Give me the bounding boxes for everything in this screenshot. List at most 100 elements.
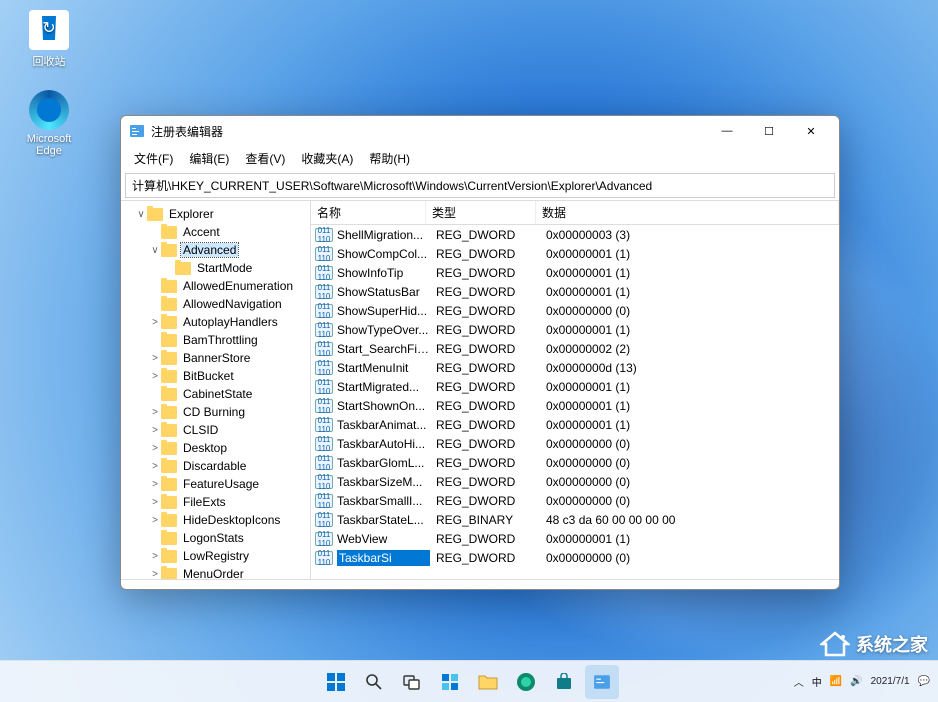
explorer-icon[interactable] (471, 665, 505, 699)
value-row[interactable]: 011110TaskbarSizeM...REG_DWORD0x00000000… (311, 472, 839, 491)
value-row[interactable]: 011110StartMigrated...REG_DWORD0x0000000… (311, 377, 839, 396)
value-type: REG_DWORD (430, 323, 540, 337)
value-name: TaskbarAnimat... (337, 418, 430, 432)
tree-item[interactable]: >AutoplayHandlers (121, 313, 310, 331)
expander-icon[interactable]: > (149, 425, 161, 436)
folder-icon (161, 298, 177, 311)
tree-item[interactable]: >BannerStore (121, 349, 310, 367)
col-data[interactable]: 数据 (536, 201, 839, 224)
menu-item[interactable]: 查看(V) (238, 148, 292, 169)
close-button[interactable]: ✕ (791, 117, 831, 145)
taskbar-date: 2021/7/1 (871, 676, 910, 688)
tree-item[interactable]: >LowRegistry (121, 547, 310, 565)
tree-item[interactable]: >MenuOrder (121, 565, 310, 579)
tray-ime-icon[interactable]: ㆗ (812, 674, 822, 689)
tree-item[interactable]: ∨Explorer (121, 205, 310, 223)
menu-item[interactable]: 帮助(H) (362, 148, 417, 169)
folder-icon (161, 370, 177, 383)
expander-icon[interactable]: > (149, 515, 161, 526)
store-icon[interactable] (547, 665, 581, 699)
value-data: 0x00000001 (1) (540, 418, 839, 432)
expander-icon[interactable]: ∨ (149, 245, 161, 256)
tree-item[interactable]: >BitBucket (121, 367, 310, 385)
expander-icon[interactable]: ∨ (135, 209, 147, 220)
start-button[interactable] (319, 665, 353, 699)
dword-icon: 011110 (315, 551, 333, 565)
system-tray[interactable]: ︿ ㆗ 📶 🔊 2021/7/1 💬 (794, 674, 930, 689)
value-row[interactable]: 011110TaskbarAutoHi...REG_DWORD0x0000000… (311, 434, 839, 453)
widgets-icon[interactable] (433, 665, 467, 699)
expander-icon[interactable]: > (149, 479, 161, 490)
tree-item[interactable]: AllowedEnumeration (121, 277, 310, 295)
taskview-icon[interactable] (395, 665, 429, 699)
search-icon[interactable] (357, 665, 391, 699)
value-row[interactable]: 011110TaskbarGlomL...REG_DWORD0x00000000… (311, 453, 839, 472)
value-row[interactable]: 011110WebViewREG_DWORD0x00000001 (1) (311, 529, 839, 548)
tree-item[interactable]: > CD Burning (121, 403, 310, 421)
value-row[interactable]: 011110Start_SearchFilesREG_DWORD0x000000… (311, 339, 839, 358)
tray-volume-icon[interactable]: 🔊 (850, 676, 862, 687)
address-bar[interactable]: 计算机\HKEY_CURRENT_USER\Software\Microsoft… (125, 173, 835, 198)
regedit-taskbar-icon[interactable] (585, 665, 619, 699)
desktop-icon-label: 回收站 (14, 53, 84, 69)
tray-chevron-icon[interactable]: ︿ (794, 674, 804, 689)
taskbar-clock[interactable]: 2021/7/1 (871, 676, 910, 688)
value-name[interactable]: TaskbarSi (337, 550, 430, 566)
expander-icon[interactable]: > (149, 371, 161, 382)
tree-item[interactable]: >FileExts (121, 493, 310, 511)
desktop-icon-edge[interactable]: MicrosoftEdge (14, 90, 84, 157)
titlebar[interactable]: 注册表编辑器 — ☐ ✕ (121, 116, 839, 146)
value-row[interactable]: 011110ShowCompCol...REG_DWORD0x00000001 … (311, 244, 839, 263)
value-row[interactable]: 011110StartShownOn...REG_DWORD0x00000001… (311, 396, 839, 415)
expander-icon[interactable]: > (149, 497, 161, 508)
expander-icon[interactable]: > (149, 443, 161, 454)
dword-icon: 011110 (315, 475, 333, 489)
tray-notification-icon[interactable]: 💬 (918, 676, 930, 687)
tree-item[interactable]: ∨Advanced (121, 241, 310, 259)
col-type[interactable]: 类型 (426, 201, 536, 224)
value-row[interactable]: 011110ShowInfoTipREG_DWORD0x00000001 (1) (311, 263, 839, 282)
tree-item[interactable]: AllowedNavigation (121, 295, 310, 313)
menu-item[interactable]: 收藏夹(A) (294, 148, 360, 169)
edge-icon (29, 90, 69, 130)
tree-item[interactable]: >HideDesktopIcons (121, 511, 310, 529)
value-row[interactable]: 011110TaskbarSmallI...REG_DWORD0x0000000… (311, 491, 839, 510)
value-row[interactable]: 011110ShowSuperHid...REG_DWORD0x00000000… (311, 301, 839, 320)
value-row[interactable]: 011110ShowTypeOver...REG_DWORD0x00000001… (311, 320, 839, 339)
tree-item[interactable]: CabinetState (121, 385, 310, 403)
expander-icon[interactable]: > (149, 407, 161, 418)
tree-item[interactable]: >CLSID (121, 421, 310, 439)
value-row[interactable]: 011110TaskbarStateL...REG_BINARY48 c3 da… (311, 510, 839, 529)
tray-network-icon[interactable]: 📶 (830, 676, 842, 687)
tree-view[interactable]: ∨ExplorerAccent∨AdvancedStartModeAllowed… (121, 201, 311, 579)
expander-icon[interactable]: > (149, 569, 161, 580)
value-row[interactable]: 011110StartMenuInitREG_DWORD0x0000000d (… (311, 358, 839, 377)
tree-item[interactable]: StartMode (121, 259, 310, 277)
values-header: 名称 类型 数据 (311, 201, 839, 225)
folder-icon (161, 514, 177, 527)
menu-item[interactable]: 文件(F) (127, 148, 180, 169)
expander-icon[interactable]: > (149, 461, 161, 472)
desktop-icon-recycle-bin[interactable]: 回收站 (14, 10, 84, 69)
minimize-button[interactable]: — (707, 117, 747, 145)
tree-item[interactable]: >Desktop (121, 439, 310, 457)
value-row[interactable]: 011110ShowStatusBarREG_DWORD0x00000001 (… (311, 282, 839, 301)
col-name[interactable]: 名称 (311, 201, 426, 224)
expander-icon[interactable]: > (149, 317, 161, 328)
tree-item[interactable]: Accent (121, 223, 310, 241)
tree-item[interactable]: LogonStats (121, 529, 310, 547)
tree-item[interactable]: >Discardable (121, 457, 310, 475)
tree-item[interactable]: BamThrottling (121, 331, 310, 349)
value-row[interactable]: 011110TaskbarSiREG_DWORD0x00000000 (0) (311, 548, 839, 567)
expander-icon[interactable]: > (149, 551, 161, 562)
tree-item[interactable]: >FeatureUsage (121, 475, 310, 493)
menu-item[interactable]: 编辑(E) (182, 148, 236, 169)
expander-icon[interactable]: > (149, 353, 161, 364)
tree-label: CD Burning (181, 405, 247, 419)
value-row[interactable]: 011110TaskbarAnimat...REG_DWORD0x0000000… (311, 415, 839, 434)
maximize-button[interactable]: ☐ (749, 117, 789, 145)
statusbar (121, 579, 839, 589)
value-row[interactable]: 011110ShellMigration...REG_DWORD0x000000… (311, 225, 839, 244)
edge-taskbar-icon[interactable] (509, 665, 543, 699)
values-list[interactable]: 名称 类型 数据 011110ShellMigration...REG_DWOR… (311, 201, 839, 579)
